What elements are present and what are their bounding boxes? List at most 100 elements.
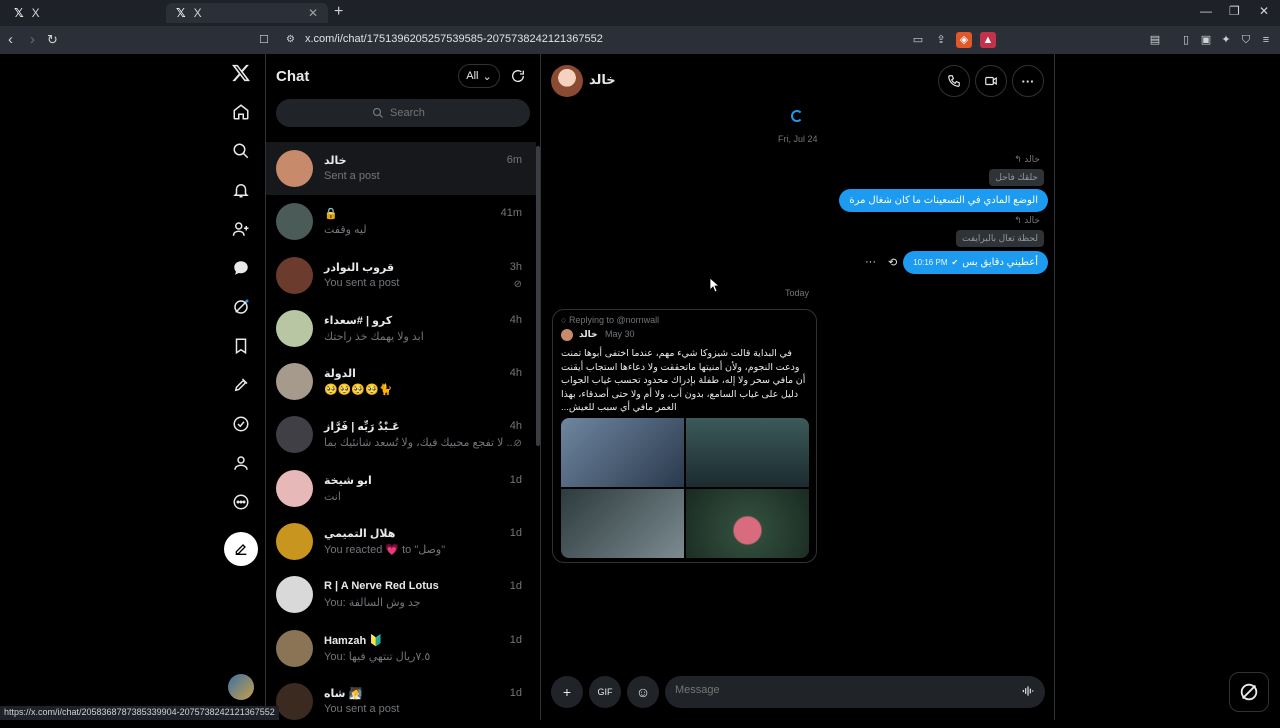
status-bar-url: https://x.com/i/chat/2058368787385339904… [0, 706, 279, 720]
new-tab-button[interactable]: + [334, 3, 343, 21]
conversation-avatar[interactable] [551, 65, 583, 97]
chat-icon[interactable] [228, 255, 254, 281]
close-tab-icon[interactable]: ✕ [308, 6, 318, 20]
conversation-name: 🔒 [324, 208, 338, 221]
reply-icon: ↰ [1014, 154, 1025, 164]
voice-call-button[interactable] [938, 65, 970, 97]
media-image[interactable] [561, 418, 684, 487]
timestamp: 1d [509, 580, 522, 593]
notifications-icon[interactable] [228, 177, 254, 203]
filter-dropdown[interactable]: All ⌄ [458, 64, 500, 88]
close-window-icon[interactable]: ✕ [1259, 4, 1269, 18]
conversation-row[interactable]: الدولة 🥺🥺🥺🥺🐈 4h [266, 355, 536, 408]
emoji-button[interactable]: ☺ [627, 676, 659, 708]
leo-ai-icon[interactable]: ✦ [1218, 32, 1234, 48]
gif-button[interactable]: GIF [589, 676, 621, 708]
video-call-button[interactable] [975, 65, 1007, 97]
jobs-icon[interactable] [228, 372, 254, 398]
conversation-name: قروب النوادر [324, 261, 395, 274]
shared-post-card[interactable]: ○ Replying to @nornwall خالد May 30 في ا… [552, 309, 817, 563]
primary-nav [220, 54, 264, 720]
conversation-row[interactable]: هلال التميمي You reacted 💗 to "وصل" 1d [266, 515, 536, 568]
x-logo-icon[interactable] [228, 60, 254, 86]
share-icon[interactable]: ⇪ [933, 32, 949, 48]
conversation-row[interactable]: عَـبْدُ رَبِّه | فَرَّاز لا تفجع محبيك في… [266, 408, 536, 461]
conversation-name[interactable]: خالد [589, 72, 616, 88]
browser-tab-active[interactable]: 𝕏 X ✕ [166, 3, 328, 23]
brave-rewards-icon[interactable]: ▲ [980, 32, 996, 48]
conversation-row[interactable]: R | A Nerve Red Lotus You: جد وش السالفة 1… [266, 568, 536, 621]
conversation-panel: خالد ··· Fri, Jul 24 ↰ خالد حلقك فاحل ال… [541, 54, 1055, 720]
message-bubble[interactable]: الوضع المادي في التسعينات ما كان شغال مر… [839, 189, 1048, 212]
compose-post-button[interactable] [224, 532, 258, 566]
home-icon[interactable] [228, 99, 254, 125]
add-attachment-button[interactable]: + [551, 676, 583, 708]
timestamp: 4h [509, 367, 522, 380]
more-options-button[interactable]: ··· [1012, 65, 1044, 97]
vpn-icon[interactable]: ⛉ [1238, 32, 1254, 48]
media-image[interactable] [561, 489, 684, 558]
reader-icon[interactable]: ▤ [1147, 32, 1163, 48]
conversation-row[interactable]: خالد Sent a post 6m [266, 142, 536, 196]
back-icon[interactable]: ‹ [8, 31, 13, 48]
new-chat-button[interactable] [506, 64, 530, 88]
conversation-row[interactable]: قروب النوادر You sent a post 3h ⊘ [266, 249, 536, 302]
brave-shields-icon[interactable]: ◈ [956, 32, 972, 48]
media-image[interactable] [686, 418, 809, 487]
conversation-row[interactable]: ابو شيخة انت 1d [266, 462, 536, 515]
conversation-row[interactable]: 🔒 ليه وقفت 41m [266, 195, 536, 248]
last-message-preview: انت [324, 490, 341, 503]
maximize-icon[interactable]: ❐ [1229, 4, 1240, 18]
minimize-icon[interactable]: — [1200, 4, 1212, 18]
tab-title: X [31, 6, 40, 20]
timestamp: 4h [509, 420, 522, 433]
verified-icon[interactable] [228, 411, 254, 437]
account-avatar[interactable] [228, 674, 254, 700]
grok-icon[interactable] [228, 294, 254, 320]
url-text[interactable]: x.com/i/chat/1751396205257539585-2075738… [305, 33, 603, 45]
conversation-row[interactable]: Hamzah 🔰 You: ٧.٥ريال تنتهي فيها 1d [266, 622, 536, 675]
wallet-icon[interactable]: ▣ [1198, 32, 1214, 48]
message-bubble[interactable]: 10:16 PM ✔ أعطيني دقايق بس [903, 251, 1048, 274]
last-message-preview: You sent a post [324, 276, 400, 289]
conversation-name: Hamzah 🔰 [324, 634, 383, 647]
forward-icon[interactable]: › [30, 31, 35, 48]
explore-icon[interactable] [228, 138, 254, 164]
timestamp: 6m [506, 154, 522, 166]
search-input[interactable] [390, 107, 434, 119]
sidebar-icon[interactable]: ▯ [1178, 32, 1194, 48]
post-media-grid[interactable] [561, 418, 809, 558]
search-field[interactable] [276, 99, 530, 127]
profile-icon[interactable] [228, 450, 254, 476]
media-image[interactable] [686, 489, 809, 558]
react-icon[interactable]: ⟲ [888, 256, 897, 269]
grok-icon [1240, 683, 1258, 701]
conversation-row[interactable]: كرو | #سعداء ابد ولا يهمك خذ راحتك 4h [266, 302, 536, 355]
site-info-icon[interactable]: ⚙ [286, 34, 295, 45]
avatar [276, 203, 313, 241]
browser-tab[interactable]: 𝕏 X [4, 3, 162, 23]
bookmark-icon[interactable]: ☐ [259, 33, 269, 46]
reply-circle-icon: ○ [561, 315, 569, 325]
bookmarks-icon[interactable] [228, 333, 254, 359]
message-more-icon[interactable]: ··· [865, 256, 876, 268]
conversation-row[interactable]: شاه 🧖 You sent a post 1d [266, 675, 536, 728]
quoted-message[interactable]: لحظة تعال بالبرايفت [956, 230, 1044, 247]
message-field[interactable] [665, 676, 1045, 708]
cast-icon[interactable]: ▭ [910, 32, 926, 48]
quoted-message[interactable]: حلقك فاحل [989, 169, 1044, 186]
scrollbar[interactable] [536, 146, 540, 446]
message-input[interactable] [675, 684, 975, 696]
reload-icon[interactable]: ↻ [47, 32, 58, 48]
menu-icon[interactable]: ≡ [1258, 32, 1274, 48]
follow-icon[interactable] [228, 216, 254, 242]
chevron-down-icon: ⌄ [482, 70, 492, 83]
last-message-preview: ابد ولا يهمك خذ راحتك [324, 330, 424, 343]
more-icon[interactable] [228, 489, 254, 515]
grok-floating-button[interactable] [1229, 672, 1269, 712]
post-author-avatar [561, 329, 573, 341]
avatar [276, 469, 313, 507]
date-separator: Fri, Jul 24 [778, 134, 818, 144]
phone-icon [948, 75, 960, 87]
avatar [276, 416, 313, 454]
